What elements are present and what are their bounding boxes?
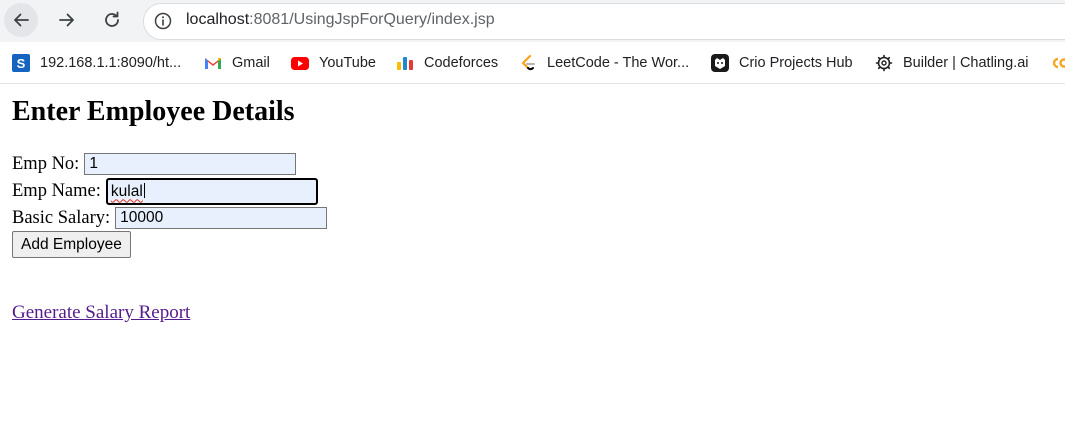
salary-value: 10000	[120, 209, 164, 226]
page-content: Enter Employee Details Emp No: 1 Emp Nam…	[0, 84, 1065, 442]
bookmark-crio[interactable]: Crio Projects Hub	[711, 53, 853, 73]
bookmark-codeforces[interactable]: Codeforces	[396, 53, 498, 73]
url-path: :8081/UsingJspForQuery/index.jsp	[249, 11, 495, 28]
bookmark-label: LeetCode - The Wor...	[547, 55, 690, 71]
bookmark-overflow[interactable]	[1050, 53, 1065, 73]
bookmark-label: 192.168.1.1:8090/ht...	[40, 55, 182, 71]
site-info-icon[interactable]	[153, 11, 173, 31]
bookmark-youtube[interactable]: YouTube	[291, 53, 376, 73]
emp-no-value: 1	[89, 155, 98, 172]
bookmark-label: Builder | Chatling.ai	[903, 55, 1029, 71]
salary-input[interactable]: 10000	[115, 207, 328, 229]
codeforces-icon	[396, 54, 414, 72]
salary-label: Basic Salary:	[12, 207, 111, 228]
generate-report-link[interactable]: Generate Salary Report	[12, 302, 190, 324]
gmail-icon	[204, 54, 222, 72]
url-host: localhost	[186, 11, 250, 28]
add-employee-button[interactable]: Add Employee	[12, 231, 131, 258]
bookmark-label: Gmail	[232, 55, 270, 71]
emp-name-input[interactable]: kulal	[105, 177, 318, 205]
bookmark-gmail[interactable]: Gmail	[204, 53, 270, 73]
emp-no-label: Emp No:	[12, 153, 80, 174]
salary-row: Basic Salary: 10000	[12, 205, 328, 231]
svg-text:S: S	[17, 56, 26, 71]
reload-icon	[105, 11, 119, 27]
bookmarks-bar: S 192.168.1.1:8090/ht... Gmail YouTube C…	[0, 42, 1065, 84]
bookmark-leetcode[interactable]: LeetCode - The Wor...	[519, 53, 689, 73]
page-title: Enter Employee Details	[12, 96, 295, 127]
orange-logo-icon	[1050, 54, 1065, 72]
emp-name-label: Emp Name:	[12, 180, 101, 201]
s-box-icon: S	[12, 54, 30, 72]
address-bar[interactable]: localhost:8081/UsingJspForQuery/index.js…	[143, 3, 1065, 40]
emp-name-row: Emp Name: kulal	[12, 177, 318, 205]
crio-icon	[711, 54, 729, 72]
bookmark-chatling[interactable]: Builder | Chatling.ai	[875, 53, 1028, 73]
emp-no-input[interactable]: 1	[84, 153, 297, 175]
emp-no-row: Emp No: 1	[12, 151, 297, 177]
emp-name-value: kulal	[110, 182, 143, 200]
gear-icon	[875, 54, 893, 72]
url-text[interactable]: localhost:8081/UsingJspForQuery/index.js…	[186, 11, 495, 29]
youtube-icon	[291, 54, 309, 72]
reload-button[interactable]	[95, 3, 129, 37]
text-caret	[143, 182, 145, 198]
forward-button[interactable]	[50, 3, 84, 37]
bookmark-router[interactable]: S 192.168.1.1:8090/ht...	[12, 53, 181, 73]
forward-arrow-icon	[59, 13, 74, 27]
bookmark-label: Codeforces	[424, 55, 499, 71]
browser-toolbar: localhost:8081/UsingJspForQuery/index.js…	[0, 0, 1065, 42]
back-button[interactable]	[4, 3, 38, 37]
back-arrow-icon	[14, 13, 29, 27]
bookmark-label: YouTube	[319, 55, 376, 71]
leetcode-icon	[519, 54, 537, 72]
bookmark-label: Crio Projects Hub	[739, 55, 853, 71]
